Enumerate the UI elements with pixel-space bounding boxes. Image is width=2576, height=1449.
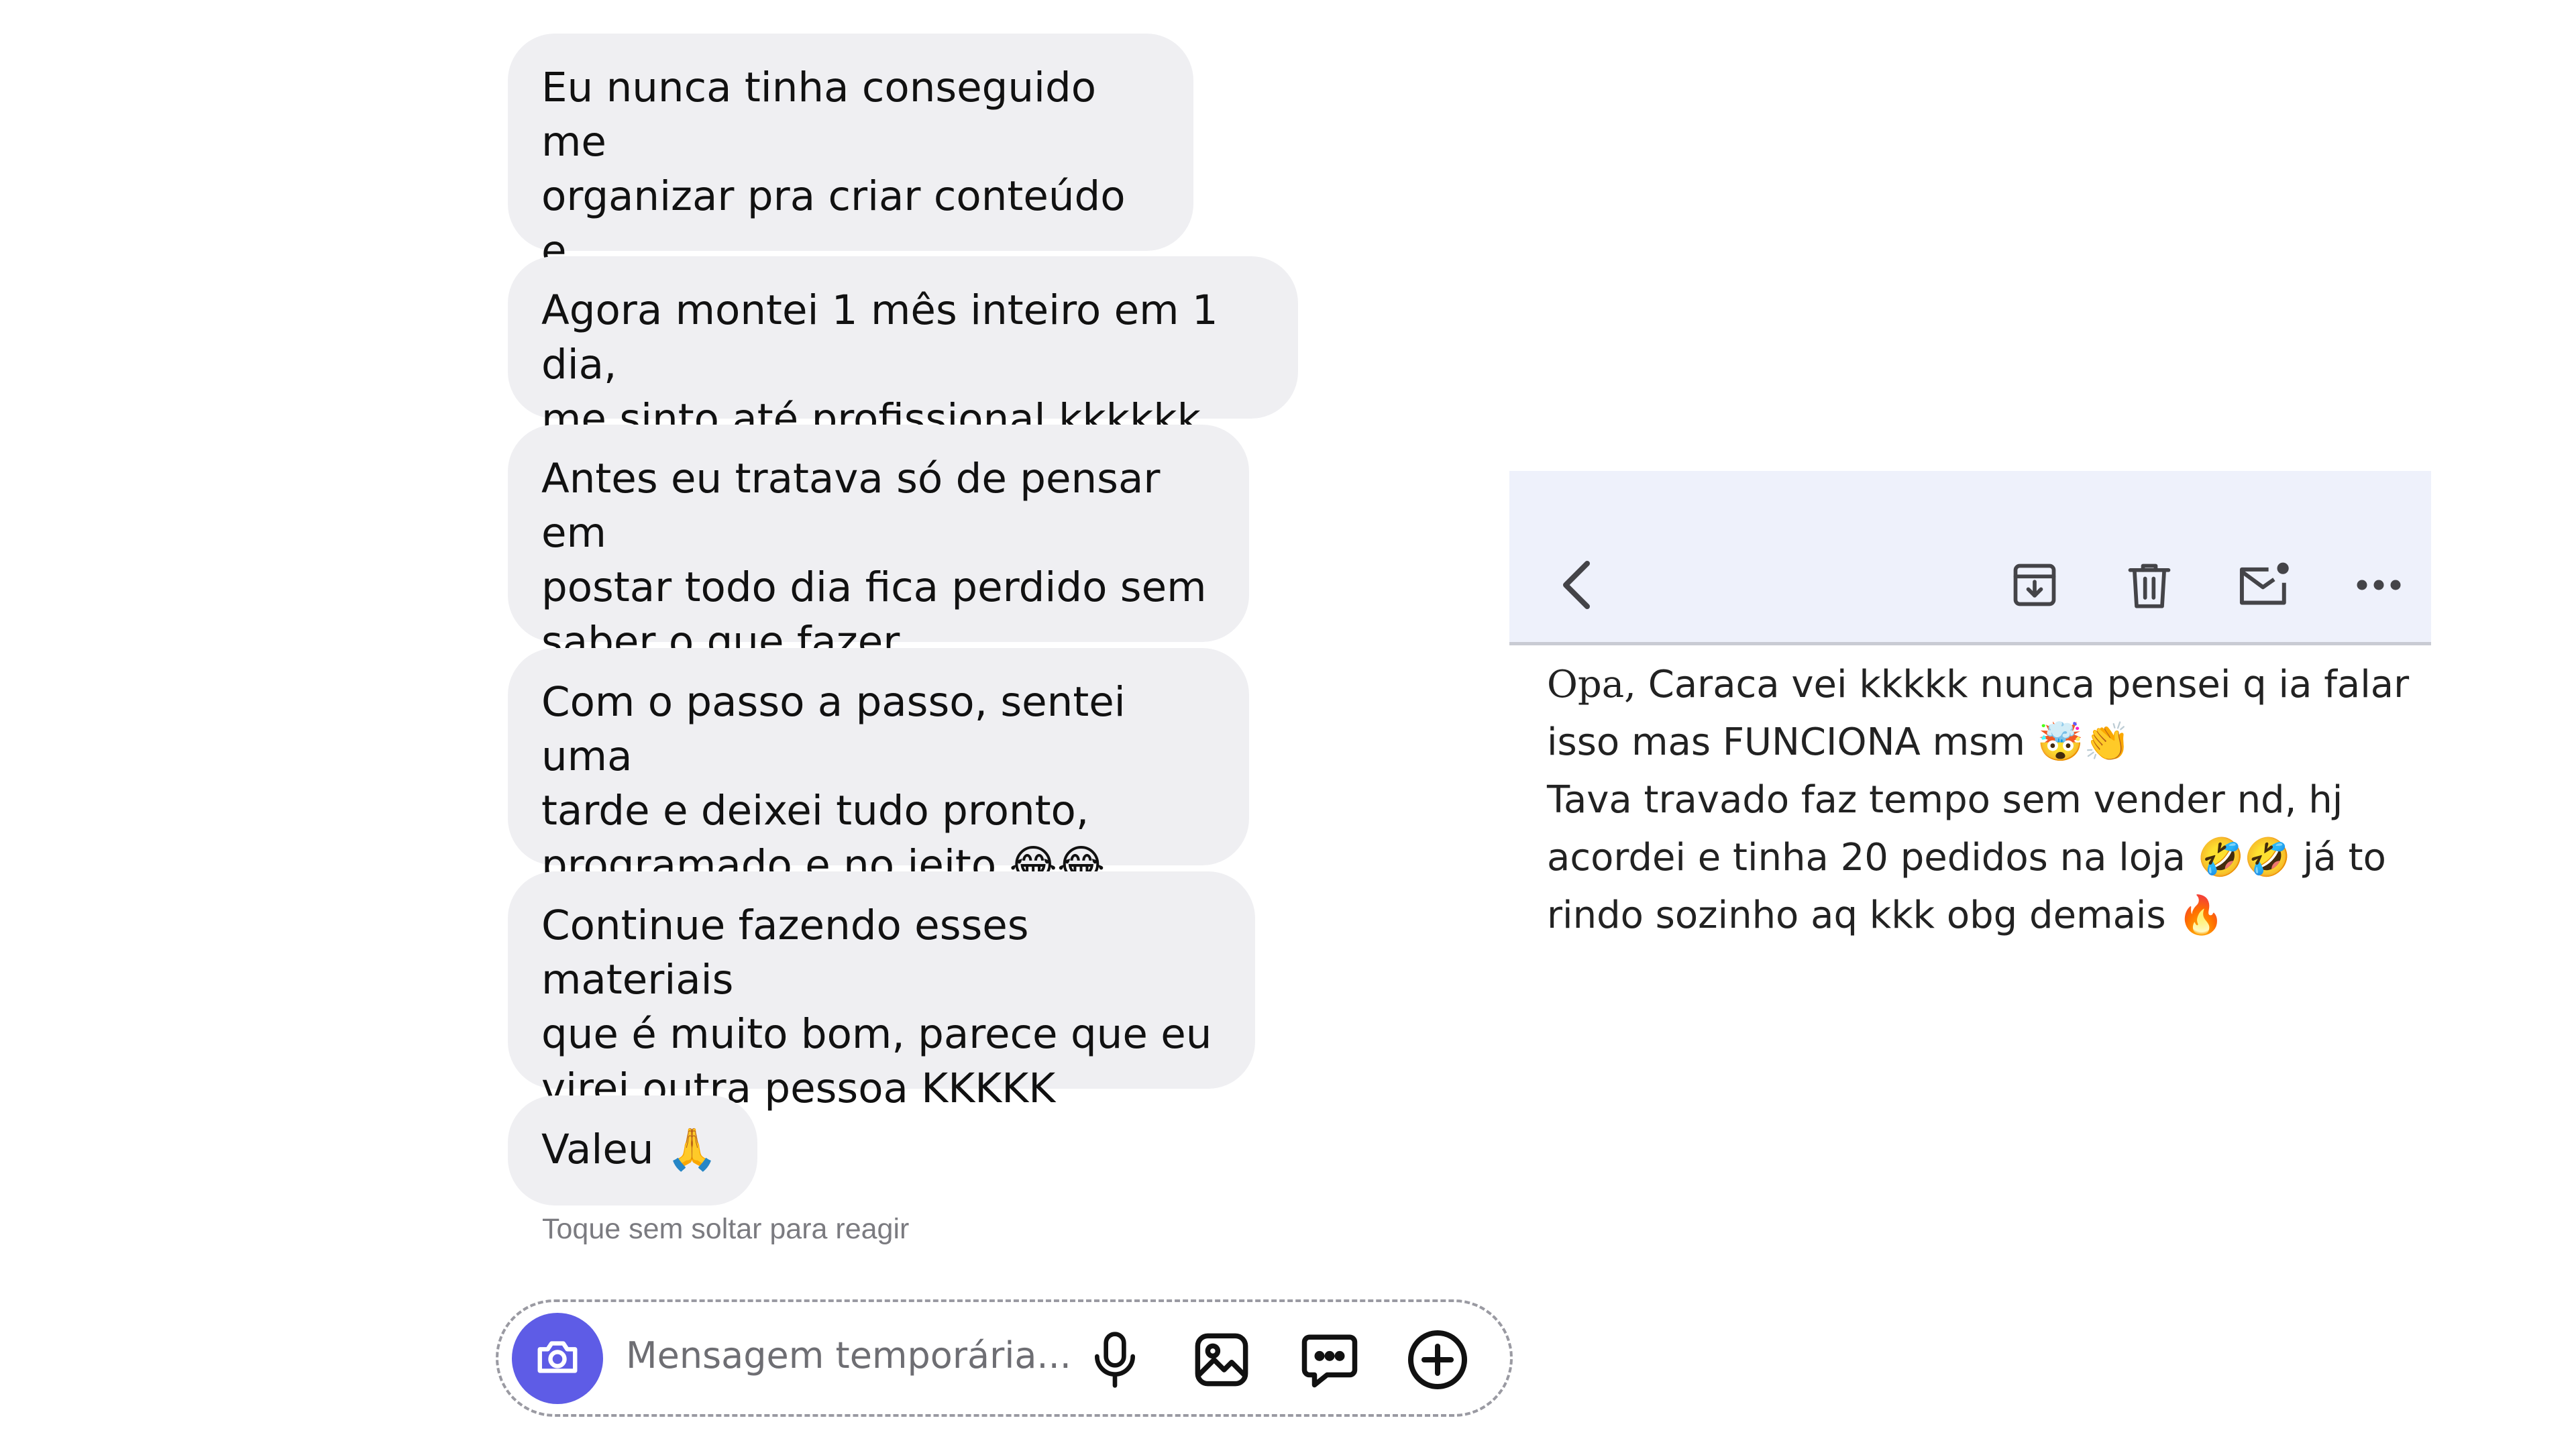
email-line: rindo sozinho aq kkk obg demais 🔥 [1547, 894, 2225, 937]
trash-icon[interactable] [2116, 551, 2183, 619]
message-bubble[interactable]: Eu nunca tinha conseguido me organizar p… [508, 34, 1193, 329]
image-icon[interactable] [1188, 1326, 1255, 1393]
message-input[interactable]: Mensagem temporária... [626, 1334, 1071, 1377]
email-greeting: Opa, [1547, 663, 1636, 706]
react-hint: Toque sem soltar para reagir [542, 1213, 910, 1245]
email-line: acordei e tinha 20 pedidos na loja 🤣🤣 já… [1547, 836, 2386, 879]
email-text: Caraca vei kkkkk nunca pensei q ia falar [1635, 663, 2410, 706]
chat-conversation: Eu nunca tinha conseguido me organizar p… [473, 0, 1513, 1449]
camera-icon [534, 1334, 581, 1384]
email-line: isso mas FUNCIONA msm 🤯👏 [1547, 720, 2131, 764]
email-toolbar [1509, 471, 2431, 645]
microphone-icon[interactable] [1081, 1326, 1148, 1393]
message-bubble[interactable]: Valeu 🙏 [508, 1095, 757, 1205]
message-composer: Mensagem temporária... [496, 1299, 1513, 1417]
camera-button[interactable] [512, 1313, 603, 1404]
email-line: Tava travado faz tempo sem vender nd, hj [1547, 778, 2343, 822]
email-view: Opa, Caraca vei kkkkk nunca pensei q ia … [1509, 471, 2431, 979]
email-body: Opa, Caraca vei kkkkk nunca pensei q ia … [1547, 656, 2419, 945]
message-bubble[interactable]: Continue fazendo esses materiais que é m… [508, 871, 1255, 1112]
sticker-icon[interactable] [1296, 1326, 1363, 1393]
archive-icon[interactable] [2001, 551, 2068, 619]
message-bubble[interactable]: Com o passo a passo, sentei uma tarde e … [508, 648, 1249, 889]
message-bubble[interactable]: Antes eu tratava só de pensar em postar … [508, 425, 1249, 665]
mark-unread-icon[interactable] [2231, 551, 2298, 619]
more-icon[interactable] [2345, 551, 2412, 619]
add-icon[interactable] [1404, 1326, 1471, 1393]
back-icon[interactable] [1543, 551, 1610, 619]
screen: Eu nunca tinha conseguido me organizar p… [0, 0, 2576, 1449]
message-bubble[interactable]: Agora montei 1 mês inteiro em 1 dia, me … [508, 256, 1298, 443]
email-line: Opa, Caraca vei kkkkk nunca pensei q ia … [1547, 656, 2419, 714]
